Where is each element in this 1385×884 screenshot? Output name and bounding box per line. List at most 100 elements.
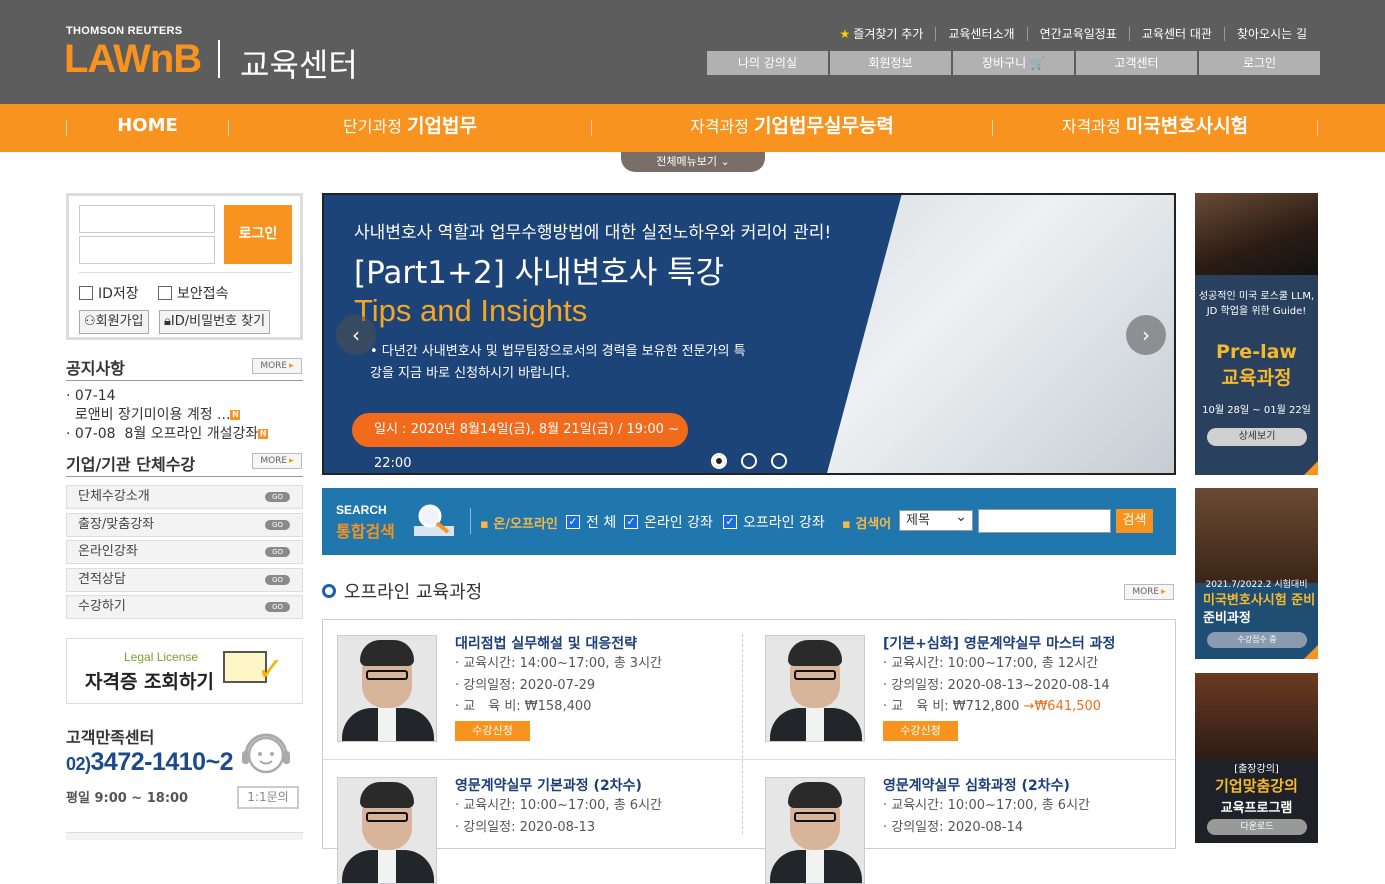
prelaw-banner[interactable]: 성공적인 미국 로스쿨 LLM, JD 학업을 위한 Guide! Pre-la… <box>1195 193 1318 475</box>
util-favorite[interactable]: ★ 즐겨찾기 추가 <box>828 27 936 41</box>
checkbox-checked-icon: ✓ <box>624 515 638 529</box>
instructor-photo[interactable] <box>765 777 865 884</box>
go-badge: GO <box>265 574 290 585</box>
banner-next-button[interactable]: › <box>1126 315 1166 355</box>
person-icon: ⚇ <box>84 314 96 329</box>
util-schedule[interactable]: 연간교육일정표 <box>1026 27 1129 41</box>
banner-dot[interactable] <box>771 453 787 469</box>
banner-prev-button[interactable]: ‹ <box>336 315 376 355</box>
nav-separator <box>1317 120 1318 136</box>
group-item-quote[interactable]: 견적상담 GO <box>66 567 303 592</box>
id-input[interactable] <box>79 205 215 233</box>
license-lookup-banner[interactable]: Legal License 자격증 조회하기 ✓ <box>66 638 303 704</box>
divider <box>66 476 303 477</box>
all-menu-button[interactable]: 전체메뉴보기 ⌄ <box>621 152 765 172</box>
course-title[interactable]: [기본+심화] 영문계약실무 마스터 과정 <box>883 633 1195 653</box>
nav-corporate-law[interactable]: 단기과정 기업법무 <box>229 104 591 152</box>
group-more-button[interactable]: MORE <box>252 453 302 469</box>
main-banner[interactable]: 사내변호사 역할과 업무수행방법에 대한 실전노하우와 커리어 관리! [Par… <box>322 193 1176 475</box>
nav-label-main: 미국변호사시험 <box>1125 115 1249 137</box>
custom-lecture-subtitle: 교육프로그램 <box>1220 801 1293 816</box>
search-type-select[interactable]: 제목 <box>899 508 973 531</box>
us-bar-date: 2021.7/2022.2 시험대비 <box>1205 580 1308 590</box>
course-title[interactable]: 영문계약실무 기본과정 (2차수) <box>455 775 767 795</box>
group-item-intro[interactable]: 단체수강소개 GO <box>66 485 303 509</box>
course-time: · 교육시간: 10:00~17:00, 총 6시간 <box>883 798 1090 813</box>
us-bar-banner[interactable]: 2021.7/2022.2 시험대비 미국변호사시험 준비 준비과정 수강접수 중 <box>1195 488 1318 659</box>
group-item-enroll[interactable]: 수강하기 GO <box>66 595 303 620</box>
one-on-one-button[interactable]: 1:1문의 <box>237 786 299 809</box>
group-title: 기업/기관 단체수강 <box>66 455 196 474</box>
license-title: 자격증 조회하기 <box>85 671 214 693</box>
logo-divider <box>218 40 220 78</box>
util-directions[interactable]: 찾아오시는 길 <box>1223 27 1319 41</box>
course-title[interactable]: 대리점법 실무해설 및 대응전략 <box>455 633 767 653</box>
apply-button[interactable]: 수강신청 <box>883 720 958 741</box>
apply-button[interactable]: 수강신청 <box>455 720 530 741</box>
custom-lecture-banner[interactable]: [출장강의] 기업맞춤강의 교육프로그램 다운로드 <box>1195 673 1318 843</box>
divider <box>79 272 292 273</box>
course-card: [기본+심화] 영문계약실무 마스터 과정 · 교육시간: 10:00~17:0… <box>751 620 1151 742</box>
prelaw-detail-button[interactable]: 상세보기 <box>1207 428 1307 446</box>
util-about[interactable]: 교육센터소개 <box>935 27 1026 41</box>
course-card: 영문계약실무 심화과정 (2차수) · 교육시간: 10:00~17:00, 총… <box>751 762 1151 884</box>
download-button[interactable]: 다운로드 <box>1207 819 1307 835</box>
us-bar-enroll-button[interactable]: 수강접수 중 <box>1207 632 1307 648</box>
course-date: · 강의일정: 2020-08-13~2020-08-14 <box>883 677 1110 693</box>
filter-all-checkbox[interactable]: ✓ 전 체 <box>566 512 616 532</box>
search-bar: SEARCH 통합검색 ▪ 온/오프라인 ✓ 전 체 ✓ 온라인 강좌 ✓ 오프라인 … <box>322 488 1176 555</box>
prelaw-title: Pre-law 교육과정 <box>1216 341 1297 389</box>
course-date: · 강의일정: 2020-08-14 <box>883 819 1024 835</box>
course-card: 영문계약실무 기본과정 (2차수) · 교육시간: 10:00~17:00, 총… <box>323 762 723 884</box>
course-title[interactable]: 영문계약실무 심화과정 (2차수) <box>883 775 1195 795</box>
notice-more-button[interactable]: MORE <box>252 358 302 374</box>
login-header-button[interactable]: 로그인 <box>1199 51 1320 75</box>
course-date: · 강의일정: 2020-08-13 <box>455 819 596 835</box>
new-badge: N <box>258 429 269 439</box>
filter-label: ▪ 온/오프라인 <box>480 517 558 532</box>
nav-home[interactable]: HOME <box>67 104 228 152</box>
nav-us-bar[interactable]: 자격과정 미국변호사시험 <box>993 104 1317 152</box>
group-item-online[interactable]: 온라인강좌 GO <box>66 540 303 565</box>
group-item-custom[interactable]: 출장/맞춤강좌 GO <box>66 512 303 537</box>
my-classroom-button[interactable]: 나의 강의실 <box>707 51 828 75</box>
search-magnifier-icon <box>414 504 454 536</box>
customer-center-button[interactable]: 고객센터 <box>1076 51 1197 75</box>
prelaw-date: 10월 28일 ~ 01월 22일 <box>1202 405 1311 416</box>
filter-offline-checkbox[interactable]: ✓ 오프라인 강좌 <box>723 512 825 532</box>
filter-online-checkbox[interactable]: ✓ 온라인 강좌 <box>624 512 713 532</box>
secure-login-checkbox[interactable]: 보안접속 <box>158 283 229 303</box>
banner-dot[interactable] <box>741 453 757 469</box>
logo-subtitle[interactable]: 교육센터 <box>240 40 358 86</box>
cart-button[interactable]: 장바구니 🛒 <box>953 51 1074 75</box>
instructor-photo[interactable] <box>765 635 865 742</box>
course-time: · 교육시간: 10:00~17:00, 총 6시간 <box>455 798 662 813</box>
check-icon: ✓ <box>257 650 284 688</box>
lock-icon: 🔒︎ <box>164 314 171 329</box>
banner-dot[interactable] <box>711 453 727 469</box>
member-info-button[interactable]: 회원정보 <box>830 51 951 75</box>
notice-item[interactable]: · 07-14 로앤비 장기미이용 계정 ... N <box>66 387 241 425</box>
notice-item[interactable]: · 07-08 8월 오프라인 개설강좌 N <box>66 425 269 444</box>
join-button[interactable]: ⚇회원가입 <box>79 310 149 334</box>
logo[interactable]: LAWnB <box>64 37 202 82</box>
search-label-en: SEARCH <box>336 503 387 517</box>
headset-icon <box>242 733 290 774</box>
offline-more-button[interactable]: MORE <box>1124 584 1174 600</box>
nav-corporate-practice[interactable]: 자격과정 기업법무실무능력 <box>592 104 992 152</box>
license-subtitle: Legal License <box>124 650 199 664</box>
instructor-photo[interactable] <box>337 635 437 742</box>
find-account-button[interactable]: 🔒︎ID/비밀번호 찾기 <box>159 310 271 334</box>
save-id-checkbox[interactable]: ID저장 <box>79 283 139 303</box>
search-label-ko: 통합검색 <box>336 522 395 541</box>
login-button[interactable]: 로그인 <box>224 205 292 264</box>
search-input[interactable] <box>978 509 1111 533</box>
instructor-photo[interactable] <box>337 777 437 884</box>
go-badge: GO <box>265 492 290 502</box>
util-rental[interactable]: 교육센터 대관 <box>1128 27 1224 41</box>
cs-phone: 02)3472-1410~2 <box>66 748 234 776</box>
password-input[interactable] <box>79 236 215 264</box>
course-time: · 교육시간: 10:00~17:00, 총 12시간 <box>883 656 1099 671</box>
custom-lecture-tag: [출장강의] <box>1234 764 1279 775</box>
search-button[interactable]: 검색 <box>1116 509 1153 533</box>
